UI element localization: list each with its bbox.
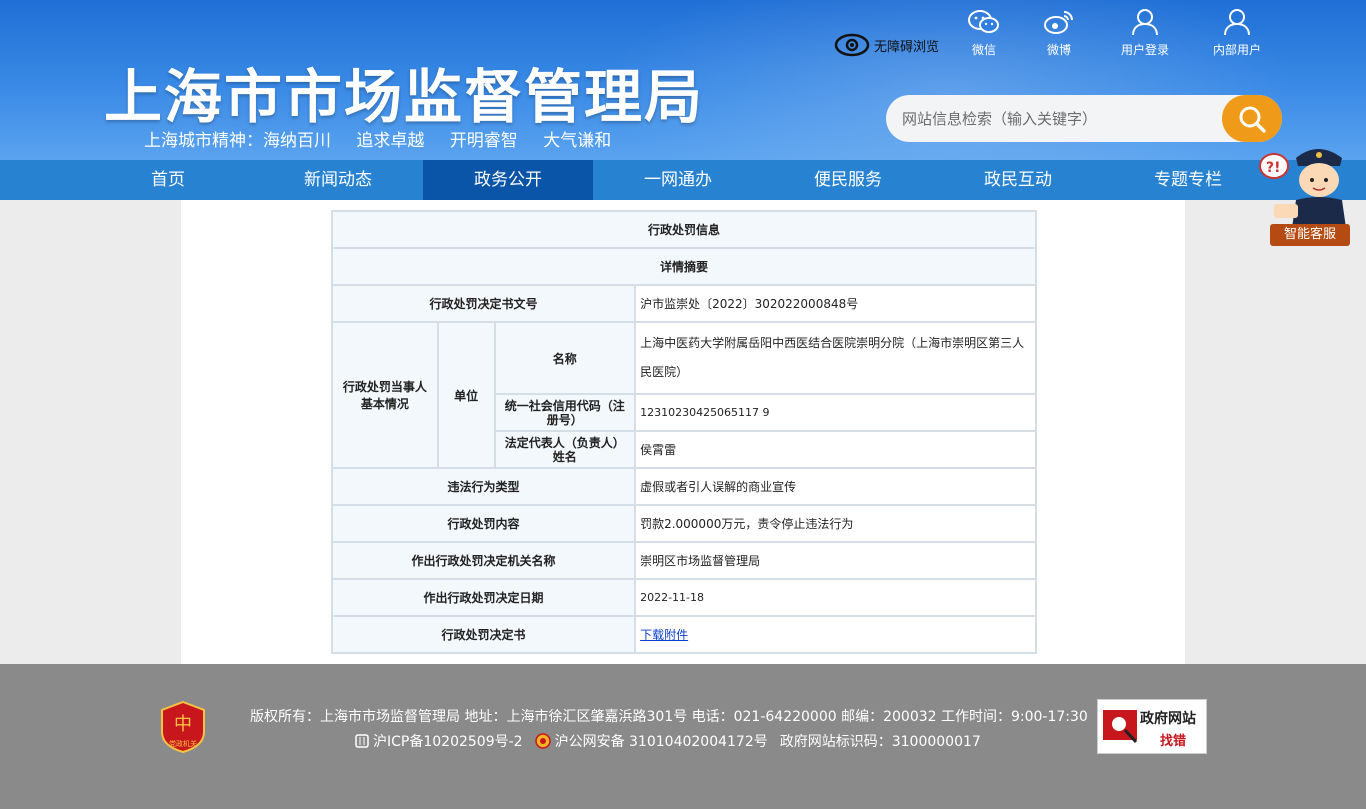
site-header: 上海市市场监督管理局 上海城市精神：海纳百川 追求卓越 开明睿智 大气谦和 无障… [0, 0, 1366, 160]
accessibility-link[interactable]: 无障碍浏览 [834, 30, 939, 60]
nav-item-public-service[interactable]: 便民服务 [763, 160, 933, 200]
eye-icon [834, 33, 870, 57]
user-icon [1224, 9, 1250, 36]
wechat-icon [968, 10, 999, 33]
slogan-part: 大气谦和 [543, 131, 612, 151]
legal-rep-label: 法定代表人（负责人）姓名 [493, 430, 637, 469]
party-government-badge[interactable]: 中 党政机关 [160, 700, 206, 754]
site-slogan: 上海城市精神：海纳百川 追求卓越 开明睿智 大气谦和 [144, 126, 631, 151]
table-title: 行政处罚信息 [331, 210, 1037, 249]
site-footer: 中 党政机关 版权所有：上海市市场监督管理局 地址：上海市徐汇区肇嘉浜路301号… [0, 664, 1366, 809]
main-nav: 首页 新闻动态 政务公开 一网通办 便民服务 政民互动 专题专栏 [0, 160, 1366, 200]
doc-no-value: 沪市监崇处〔2022〕302022000848号 [634, 284, 1037, 323]
slogan-part: 上海城市精神：海纳百川 [144, 131, 331, 151]
unit-label: 单位 [436, 321, 496, 469]
nav-item-topics[interactable]: 专题专栏 [1103, 160, 1273, 200]
nav-item-news[interactable]: 新闻动态 [253, 160, 423, 200]
penalty-detail-table: 行政处罚信息 详情摘要 行政处罚决定书文号 沪市监崇处〔2022〕3020220… [330, 210, 1037, 654]
site-identifier: 政府网站标识码：3100000017 [779, 734, 981, 750]
search-icon [1239, 106, 1266, 133]
user-icon [1132, 9, 1158, 36]
find-error-title: 政府网站 [1140, 711, 1196, 727]
find-error-action: 找错 [1160, 734, 1187, 749]
date-value: 2022-11-18 [634, 578, 1037, 617]
footer-records: 沪ICP备10202509号-2 沪公网安备 31010402004172号 政… [355, 731, 987, 751]
magnifier-icon [1103, 710, 1138, 744]
legal-rep-value: 侯霄雷 [634, 430, 1037, 469]
violation-value: 虚假或者引人误解的商业宣传 [634, 467, 1037, 506]
smart-service-widget[interactable]: ?! 智能客服 [1256, 140, 1356, 250]
wechat-button[interactable]: 微信 [952, 8, 1016, 58]
icp-record[interactable]: 沪ICP备10202509号-2 [373, 731, 523, 751]
credit-code-label: 统一社会信用代码（注册号） [493, 393, 637, 432]
decision-cell: 下载附件 [634, 615, 1037, 654]
party-label: 行政处罚当事人基本情况 [331, 321, 439, 469]
nav-item-interaction[interactable]: 政民互动 [933, 160, 1103, 200]
user-login-button[interactable]: 用户登录 [1113, 8, 1177, 58]
smart-service-label: 智能客服 [1270, 224, 1350, 246]
slogan-part: 开明睿智 [449, 131, 518, 151]
date-label: 作出行政处罚决定日期 [330, 578, 637, 617]
penalty-value: 罚款2.000000万元，责令停止违法行为 [634, 504, 1037, 543]
find-error-button[interactable]: 政府网站 找错 [1097, 699, 1207, 754]
download-attachment-link[interactable]: 下载附件 [640, 628, 688, 642]
credit-code-value: 12310230425065117 9 [634, 393, 1037, 432]
party-badge-icon: 中 党政机关 [161, 700, 205, 754]
svg-text:中: 中 [174, 714, 192, 735]
accessibility-label: 无障碍浏览 [874, 39, 940, 55]
authority-value: 崇明区市场监督管理局 [634, 541, 1037, 580]
name-label: 名称 [493, 321, 637, 395]
penalty-label: 行政处罚内容 [330, 504, 637, 543]
nav-item-home[interactable]: 首页 [83, 160, 253, 200]
police-emblem-icon [534, 733, 551, 749]
footer-copyright: 版权所有：上海市市场监督管理局 地址：上海市徐汇区肇嘉浜路301号 电话：021… [250, 709, 1088, 725]
nav-item-online-service[interactable]: 一网通办 [593, 160, 763, 200]
party-badge-text: 党政机关 [169, 739, 197, 748]
internal-user-label: 内部用户 [1212, 43, 1261, 57]
search-input[interactable] [902, 95, 1222, 142]
police-record[interactable]: 沪公网安备 31010402004172号 [555, 731, 768, 751]
police-avatar-icon: ?! [1259, 149, 1346, 228]
search-box [886, 95, 1282, 142]
search-button[interactable] [1222, 95, 1282, 142]
site-title[interactable]: 上海市市场监督管理局 [104, 50, 704, 134]
user-login-label: 用户登录 [1120, 43, 1169, 57]
weibo-button[interactable]: 微博 [1027, 8, 1091, 58]
internal-user-button[interactable]: 内部用户 [1205, 8, 1269, 58]
weibo-icon [1044, 11, 1073, 34]
name-value: 上海中医药大学附属岳阳中西医结合医院崇明分院（上海市崇明区第三人民医院） [634, 321, 1037, 395]
weibo-label: 微博 [1046, 43, 1071, 57]
icp-icon [355, 734, 369, 748]
svg-text:?!: ?! [1266, 160, 1281, 176]
slogan-part: 追求卓越 [356, 131, 425, 151]
violation-label: 违法行为类型 [330, 467, 637, 506]
decision-label: 行政处罚决定书 [330, 615, 637, 654]
wechat-label: 微信 [971, 43, 996, 57]
content-panel: 行政处罚信息 详情摘要 行政处罚决定书文号 沪市监崇处〔2022〕3020220… [181, 200, 1185, 664]
nav-item-gov-affairs[interactable]: 政务公开 [423, 160, 593, 200]
doc-no-label: 行政处罚决定书文号 [330, 284, 637, 323]
table-subtitle: 详情摘要 [331, 247, 1037, 286]
authority-label: 作出行政处罚决定机关名称 [330, 541, 637, 580]
